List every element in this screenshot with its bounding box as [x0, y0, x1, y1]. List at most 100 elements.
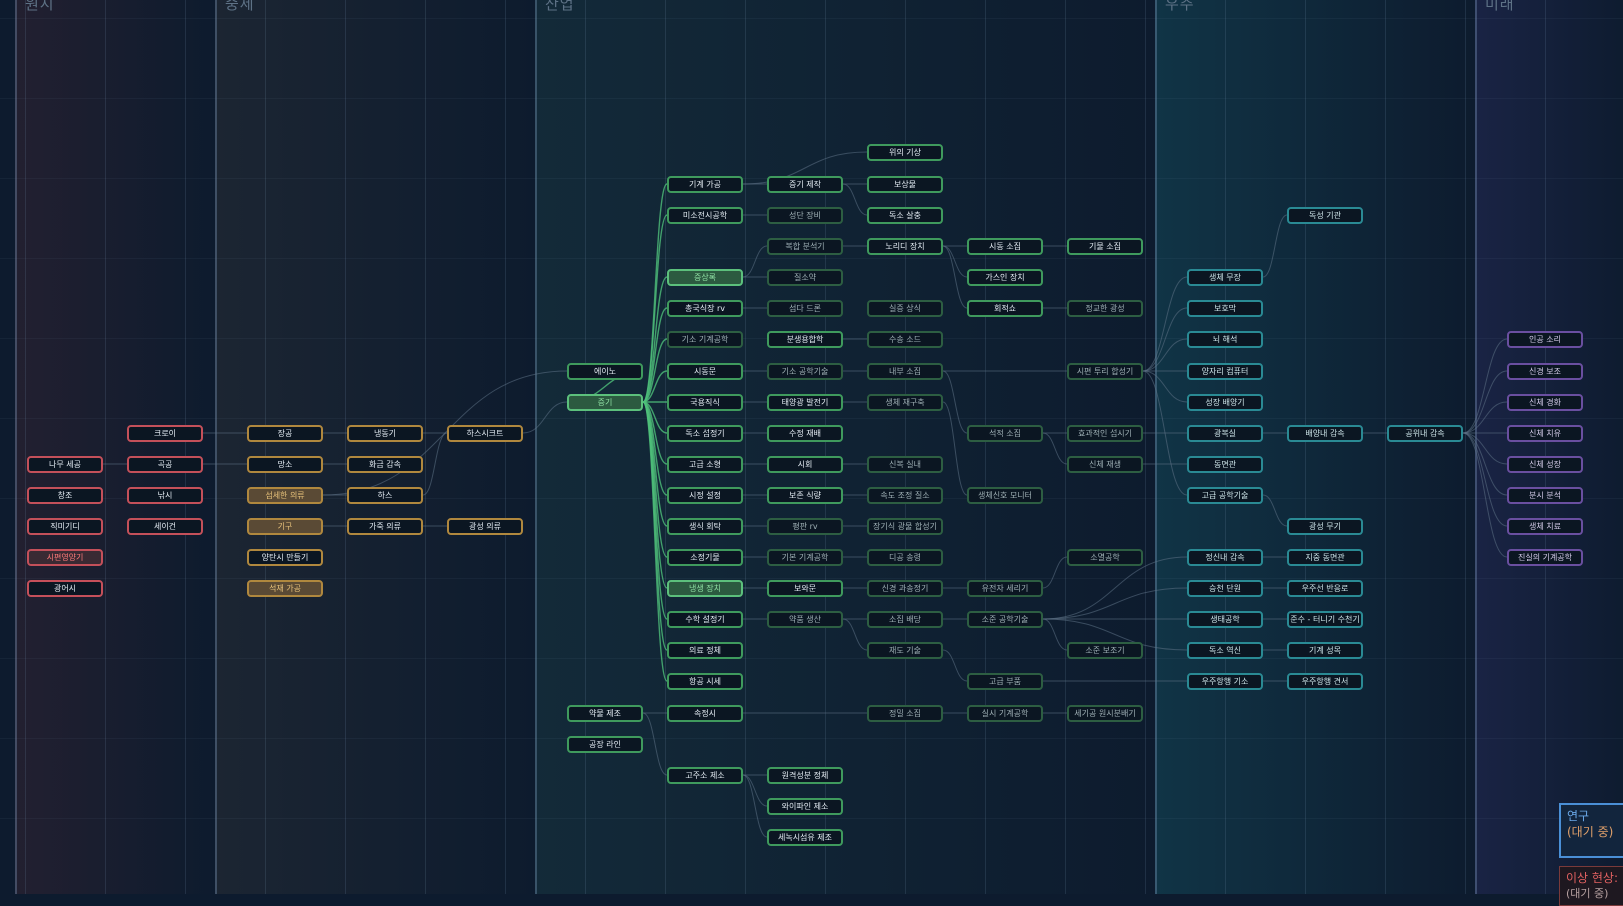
tech-node-noe_hae[interactable]: 뇌 해석: [1187, 330, 1263, 348]
tech-node-noridi[interactable]: 노리디 장치: [867, 237, 943, 255]
tech-node-sinche_seong[interactable]: 신체 성장: [1507, 455, 1583, 473]
tech-node-uju_gi[interactable]: 우주항행 기소: [1187, 672, 1263, 690]
tech-tree-canvas[interactable]: 원시 중세 산업 우주 미래 나무 세공 창조 직미기디 시편영양기 광어시 크로이 곡공 낚시 세이건…: [0, 0, 1623, 894]
tech-node-saeng_monitor[interactable]: 생체신호 모니터: [967, 486, 1043, 504]
tech-node-bosaeng[interactable]: 보상물: [867, 175, 943, 193]
tech-node-yujeon[interactable]: 유전자 세리기: [967, 579, 1043, 597]
tech-node-chem_make[interactable]: 약물 제조: [567, 704, 643, 722]
tech-node-spear[interactable]: 창조: [27, 486, 103, 504]
tech-node-naebu[interactable]: 내부 소집: [867, 362, 943, 380]
tech-node-dokso_yeo[interactable]: 독소 역신: [1187, 641, 1263, 659]
tech-node-hoekjeok[interactable]: 회적쇼: [967, 299, 1043, 317]
tech-node-bunsi[interactable]: 분시 분석: [1507, 486, 1583, 504]
tech-node-sokchangsi[interactable]: 속정시: [667, 704, 743, 722]
tech-node-seungcheon[interactable]: 승천 단원: [1187, 579, 1263, 597]
tech-node-cooling[interactable]: 냉생 장치: [667, 579, 743, 597]
tech-node-micro_eng[interactable]: 미소전시공학: [667, 206, 743, 224]
tech-node-hasi[interactable]: 하스: [347, 486, 423, 504]
tech-node-silhwa[interactable]: 실증 상식: [867, 299, 943, 317]
tech-node-factory[interactable]: 공장 라인: [567, 735, 643, 753]
tech-node-jeongmil[interactable]: 정밀 소집: [867, 704, 943, 722]
tech-node-gwangseong_mu[interactable]: 광성 무기: [1287, 517, 1363, 535]
tech-node-iron[interactable]: 망소: [247, 455, 323, 473]
tech-node-sinbok[interactable]: 신복 실내: [867, 455, 943, 473]
tech-node-gogeup_bu[interactable]: 고급 부품: [967, 672, 1043, 690]
tech-node-soyul[interactable]: 소멸공학: [1067, 548, 1143, 566]
tech-node-weave[interactable]: 세이건: [127, 517, 203, 535]
tech-node-wood_sign[interactable]: 나무 세공: [27, 455, 103, 473]
tech-node-stone_proc[interactable]: 석재 가공: [247, 579, 323, 597]
tech-node-ujuseon[interactable]: 우주선 반응로: [1287, 579, 1363, 597]
tech-node-jinsil[interactable]: 진실의 기계공학: [1507, 548, 1583, 566]
tech-node-eureka[interactable]: 에이노: [567, 362, 643, 380]
research-panel[interactable]: 연구 (대기 중): [1559, 803, 1623, 858]
tech-node-water_mgmt[interactable]: 수정 재배: [767, 424, 843, 442]
tech-node-composite[interactable]: 복합 분석기: [767, 237, 843, 255]
tech-node-color_tv2[interactable]: 평판 rv: [767, 517, 843, 535]
tech-node-steam_eng[interactable]: 증기 제작: [767, 175, 843, 193]
tech-node-sungi[interactable]: 섬다 드론: [767, 299, 843, 317]
tech-node-bohomak[interactable]: 보호막: [1187, 299, 1263, 317]
tech-node-sidong_sojip[interactable]: 시동 소집: [967, 237, 1043, 255]
tech-node-yakjang[interactable]: 의료 정체: [667, 641, 743, 659]
tech-node-jichung[interactable]: 지중 동면관: [1287, 548, 1363, 566]
tech-node-sojip[interactable]: 소집 배당: [867, 610, 943, 628]
tech-node-sinche_jae[interactable]: 신체 재생: [1067, 455, 1143, 473]
tech-node-solar[interactable]: 태양광 발전기: [767, 393, 843, 411]
tech-node-saengtae[interactable]: 생태공학: [1187, 610, 1263, 628]
tech-node-gwangbok[interactable]: 광복실: [1187, 424, 1263, 442]
tech-node-rocket_eq[interactable]: 성단 장비: [767, 206, 843, 224]
tech-node-leather[interactable]: 가죽 의류: [347, 517, 423, 535]
tech-node-sikmul[interactable]: 시편 투리 합성기: [1067, 362, 1143, 380]
tech-node-singyeong[interactable]: 신경 과송정기: [867, 579, 943, 597]
tech-node-hasi_sci[interactable]: 하스시크트: [447, 424, 523, 442]
tech-node-sojun_gong[interactable]: 소준 공학기술: [967, 610, 1043, 628]
tech-node-food_proc[interactable]: 생식 회탁: [667, 517, 743, 535]
tech-node-mech_proc[interactable]: 기계 가공: [667, 175, 743, 193]
tech-node-semi[interactable]: 세녹시섬유 제조: [767, 828, 843, 846]
tech-node-sudong[interactable]: 수송 소드: [867, 330, 943, 348]
tech-node-dokseong[interactable]: 독성 기관: [1287, 206, 1363, 224]
tech-node-electric[interactable]: 증상록: [667, 268, 743, 286]
tech-node-metal_craft[interactable]: 화금 감속: [347, 455, 423, 473]
tech-node-smelt[interactable]: 직미기디: [27, 517, 103, 535]
tech-node-saengche_mu[interactable]: 생체 무장: [1187, 268, 1263, 286]
tech-node-weather[interactable]: 위의 기상: [867, 143, 943, 161]
tech-node-steam[interactable]: 증기: [567, 393, 643, 411]
tech-node-bio_eng[interactable]: 분생용합학: [767, 330, 843, 348]
tech-node-jeongsin[interactable]: 정신내 감속: [1187, 548, 1263, 566]
tech-node-gigye_seong[interactable]: 기계 성목: [1287, 641, 1363, 659]
tech-node-wonyuk[interactable]: 원격성분 정체: [767, 766, 843, 784]
tech-node-grain[interactable]: 곡공: [127, 455, 203, 473]
tech-node-seokyeok[interactable]: 석적 소집: [967, 424, 1043, 442]
tech-node-prim_farm[interactable]: 시편영양기: [27, 548, 103, 566]
tech-node-gaseu[interactable]: 가스인 장치: [967, 268, 1043, 286]
tech-node-baeyang[interactable]: 배양내 감속: [1287, 424, 1363, 442]
tech-node-sojun_bo[interactable]: 소준 보조기: [1067, 641, 1143, 659]
tech-node-jangsi[interactable]: 장기식 광물 합성기: [867, 517, 943, 535]
tech-node-tool[interactable]: 기구: [247, 517, 323, 535]
tech-node-sijung[interactable]: 시정 설정: [667, 486, 743, 504]
tech-node-fine_cloth[interactable]: 섬세한 의류: [247, 486, 323, 504]
tech-node-suhak[interactable]: 수학 설정기: [667, 610, 743, 628]
tech-node-bowa[interactable]: 보와문: [767, 579, 843, 597]
tech-node-dongmyeon[interactable]: 동면관: [1187, 455, 1263, 473]
tech-node-sogun[interactable]: 소정기물: [667, 548, 743, 566]
tech-node-singyeong_bo[interactable]: 신경 보조: [1507, 362, 1583, 380]
anomaly-panel[interactable]: 이상 현상: (대기 중): [1559, 866, 1623, 906]
tech-node-fridge[interactable]: 냉동기: [347, 424, 423, 442]
tech-node-uju_gyeon[interactable]: 우주항행 견서: [1287, 672, 1363, 690]
tech-node-choso[interactable]: 질소약: [767, 268, 843, 286]
tech-node-ingong[interactable]: 인공 소리: [1507, 330, 1583, 348]
tech-node-yakpum[interactable]: 약품 생산: [767, 610, 843, 628]
tech-node-color_tv[interactable]: 총국식장 rv: [667, 299, 743, 317]
tech-node-jaedo[interactable]: 재도 기술: [867, 641, 943, 659]
tech-node-shidong[interactable]: 시동문: [667, 362, 743, 380]
tech-node-gogeup_gong[interactable]: 고급 공학기술: [1187, 486, 1263, 504]
tech-node-dokso_sal[interactable]: 독소 살충: [867, 206, 943, 224]
tech-node-saengje[interactable]: 생체 재구축: [867, 393, 943, 411]
tech-node-yangja[interactable]: 양자리 컴퓨터: [1187, 362, 1263, 380]
tech-node-sihoe[interactable]: 시회: [767, 455, 843, 473]
tech-node-forge[interactable]: 장공: [247, 424, 323, 442]
tech-node-hyoyul[interactable]: 효과적인 섭시기: [1067, 424, 1143, 442]
